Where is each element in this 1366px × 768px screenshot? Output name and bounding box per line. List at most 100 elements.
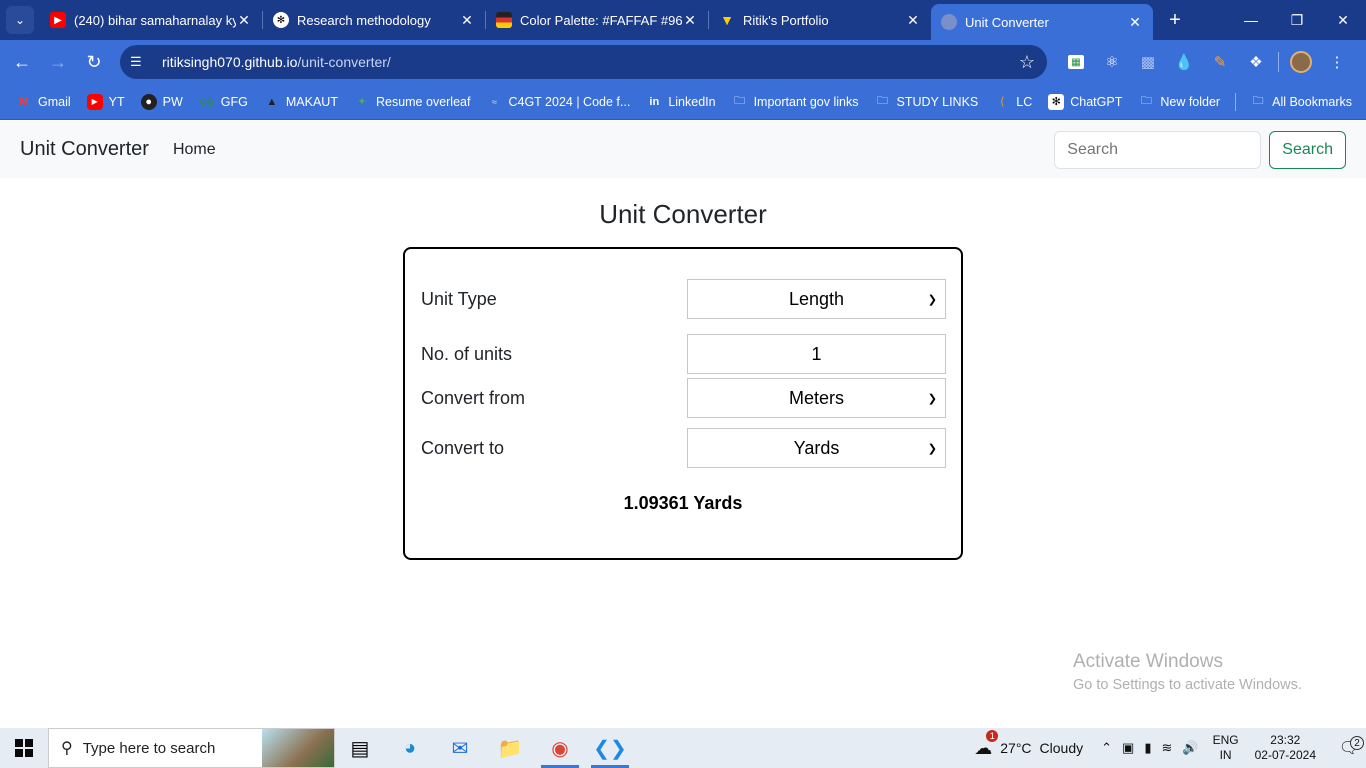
tab-color-palette[interactable]: Color Palette: #FAFFAF #96C ✕ bbox=[486, 0, 708, 40]
reload-icon[interactable]: ↻ bbox=[76, 44, 112, 80]
bookmark-lc[interactable]: ⟨ LC bbox=[986, 88, 1040, 116]
meet-now-icon[interactable]: ▣ bbox=[1122, 740, 1134, 756]
wifi-icon[interactable]: ≋ bbox=[1162, 740, 1173, 756]
unit-type-select[interactable]: Length ❯ bbox=[687, 279, 946, 319]
battery-icon[interactable]: ▮ bbox=[1144, 740, 1151, 756]
navbar-search-form: Search bbox=[1054, 130, 1346, 169]
bookmark-label: Important gov links bbox=[753, 94, 859, 109]
tab-title: Color Palette: #FAFFAF #96C bbox=[520, 12, 682, 28]
bookmark-overleaf[interactable]: ✦ Resume overleaf bbox=[346, 88, 479, 116]
file-explorer-icon[interactable]: 📁 bbox=[485, 728, 535, 768]
restore-icon[interactable]: ❐ bbox=[1274, 0, 1320, 40]
bookmark-folder-study[interactable]: 🗀 STUDY LINKS bbox=[867, 88, 987, 116]
chevron-up-icon[interactable]: ⌃ bbox=[1101, 740, 1112, 756]
windows-taskbar: ⚲ Type here to search ▤ ◕ ✉ 📁 ◉ ❮❯ ☁ 1 27… bbox=[0, 728, 1366, 768]
cloud-icon: ☁ 1 bbox=[974, 729, 999, 759]
close-icon[interactable]: ✕ bbox=[459, 12, 475, 29]
bookmark-yt[interactable]: ▶ YT bbox=[79, 88, 133, 116]
tab-title: Unit Converter bbox=[965, 14, 1049, 30]
tab-research[interactable]: ✻ Research methodology ✕ bbox=[263, 0, 485, 40]
task-view-icon[interactable]: ▤ bbox=[335, 728, 385, 768]
url-path: /unit-converter/ bbox=[297, 54, 391, 70]
edge-icon[interactable]: ◕ bbox=[385, 728, 435, 768]
pw-icon: ● bbox=[140, 93, 157, 110]
weather-widget[interactable]: ☁ 1 27°C Cloudy bbox=[974, 729, 1084, 759]
clock-date: 02-07-2024 bbox=[1254, 748, 1316, 762]
weather-badge: 1 bbox=[986, 729, 999, 742]
bookmark-linkedin[interactable]: in LinkedIn bbox=[638, 88, 723, 116]
cards-extension-icon[interactable]: ▩ bbox=[1130, 40, 1166, 84]
bookmark-chatgpt[interactable]: ✻ ChatGPT bbox=[1040, 88, 1130, 116]
vscode-icon[interactable]: ❮❯ bbox=[585, 728, 635, 768]
nav-link-home[interactable]: Home bbox=[173, 141, 216, 159]
address-bar[interactable]: ☰ ritiksingh070.github.io/unit-converter… bbox=[120, 45, 1047, 79]
color-picker-icon[interactable]: ✎ bbox=[1202, 40, 1238, 84]
unit-type-label: Unit Type bbox=[421, 288, 497, 309]
input-language[interactable]: ENG IN bbox=[1213, 733, 1239, 763]
folder-icon: 🗀 bbox=[1140, 95, 1152, 107]
leetcode-icon: ⟨ bbox=[1000, 96, 1005, 108]
bookmark-label: LC bbox=[1016, 94, 1033, 109]
sheets-extension-icon[interactable]: ▦ bbox=[1058, 40, 1094, 84]
tab-portfolio[interactable]: ▼ Ritik's Portfolio ✕ bbox=[709, 0, 931, 40]
weather-text: Cloudy bbox=[1039, 740, 1084, 756]
site-info-icon[interactable]: ☰ bbox=[130, 54, 148, 70]
bookmark-c4gt[interactable]: ≈ C4GT 2024 | Code f... bbox=[478, 88, 638, 116]
all-bookmarks[interactable]: 🗀 All Bookmarks bbox=[1242, 88, 1360, 116]
clock[interactable]: 23:32 02-07-2024 bbox=[1255, 733, 1316, 763]
forward-arrow-icon[interactable]: → bbox=[40, 44, 76, 80]
taskbar-search-box[interactable]: ⚲ Type here to search bbox=[48, 728, 335, 768]
folder-icon: 🗀 bbox=[734, 95, 746, 107]
gmail-icon: M bbox=[19, 95, 29, 108]
all-bookmarks-label: All Bookmarks bbox=[1272, 94, 1352, 109]
start-button[interactable] bbox=[0, 728, 48, 768]
convert-to-label: Convert to bbox=[421, 437, 505, 458]
browser-toolbar: ← → ↻ ☰ ritiksingh070.github.io/unit-con… bbox=[0, 40, 1366, 84]
close-icon[interactable]: ✕ bbox=[236, 12, 252, 29]
bookmark-folder-gov[interactable]: 🗀 Important gov links bbox=[724, 88, 867, 116]
profile-avatar[interactable] bbox=[1283, 40, 1319, 84]
drop-extension-icon[interactable]: 💧 bbox=[1166, 40, 1202, 84]
bookmark-makaut[interactable]: ▲ MAKAUT bbox=[256, 88, 346, 116]
new-tab-plus-icon[interactable]: + bbox=[1159, 9, 1191, 32]
bookmark-star-icon[interactable]: ☆ bbox=[1019, 52, 1035, 73]
bookmark-gmail[interactable]: M Gmail bbox=[8, 88, 79, 116]
tab-youtube[interactable]: ▶ (240) bihar samaharnalay kya ✕ bbox=[40, 0, 262, 40]
search-input[interactable] bbox=[1054, 130, 1262, 169]
convert-from-row: Convert from Meters ❯ bbox=[421, 378, 947, 418]
tab-search-chevron-icon[interactable]: ⌄ bbox=[6, 6, 34, 34]
convert-to-select[interactable]: Yards ❯ bbox=[687, 428, 946, 468]
search-button[interactable]: Search bbox=[1269, 130, 1346, 169]
react-devtools-icon[interactable]: ⚛ bbox=[1094, 40, 1130, 84]
convert-from-select[interactable]: Meters ❯ bbox=[687, 378, 946, 418]
back-arrow-icon[interactable]: ← bbox=[4, 44, 40, 80]
volume-icon[interactable]: 🔊 bbox=[1182, 740, 1198, 756]
tab-unit-converter[interactable]: Unit Converter ✕ bbox=[931, 4, 1153, 40]
close-icon[interactable]: ✕ bbox=[1127, 14, 1143, 31]
menu-kebab-icon[interactable]: ⋮ bbox=[1319, 40, 1355, 84]
minimize-icon[interactable]: — bbox=[1228, 0, 1274, 40]
units-input[interactable]: 1 bbox=[687, 334, 946, 374]
url-host: ritiksingh070.github.io bbox=[162, 54, 298, 70]
bookmark-label: PW bbox=[162, 94, 183, 109]
conversion-result: 1.09361 Yards bbox=[623, 493, 743, 513]
bookmark-pw[interactable]: ● PW bbox=[133, 88, 191, 116]
chatgpt-icon: ✻ bbox=[273, 12, 289, 28]
mail-icon[interactable]: ✉ bbox=[435, 728, 485, 768]
bookmarks-divider bbox=[1235, 92, 1237, 111]
search-icon: ⚲ bbox=[61, 740, 73, 757]
extensions-puzzle-icon[interactable]: ❖ bbox=[1238, 40, 1274, 84]
notification-center-icon[interactable]: 🗨 2 bbox=[1332, 736, 1366, 758]
close-icon[interactable]: ✕ bbox=[682, 12, 698, 29]
vite-icon: ▼ bbox=[720, 12, 734, 28]
close-icon[interactable]: ✕ bbox=[905, 12, 921, 29]
unit-type-value: Length bbox=[788, 288, 845, 309]
bookmark-gfg[interactable]: GG GFG bbox=[191, 88, 256, 116]
bookmark-folder-new[interactable]: 🗀 New folder bbox=[1130, 88, 1228, 116]
linkedin-icon: in bbox=[649, 95, 660, 108]
navbar-brand[interactable]: Unit Converter bbox=[20, 138, 149, 161]
close-window-icon[interactable]: ✕ bbox=[1320, 0, 1366, 40]
bookmark-label: LinkedIn bbox=[668, 94, 716, 109]
c4gt-icon: ≈ bbox=[491, 96, 497, 107]
chrome-icon[interactable]: ◉ bbox=[535, 728, 585, 768]
